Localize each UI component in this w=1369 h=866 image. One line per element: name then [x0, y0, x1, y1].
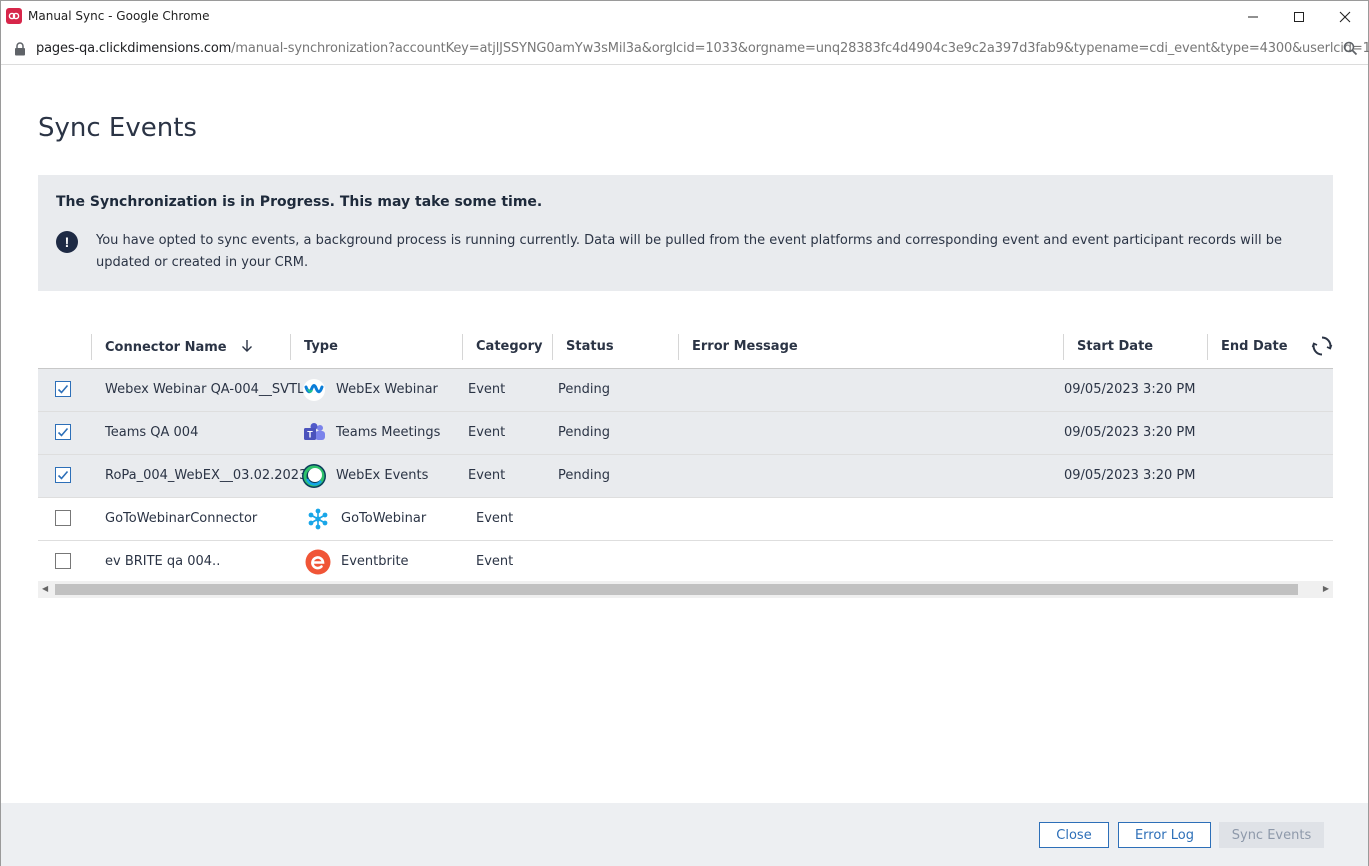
exclamation-icon: ! [56, 231, 78, 253]
column-separator[interactable] [552, 334, 553, 360]
scroll-right-arrow-icon[interactable]: ▶ [1323, 584, 1329, 593]
row-checkbox[interactable] [55, 510, 71, 526]
row-checkbox[interactable] [55, 381, 71, 397]
close-window-button[interactable] [1322, 1, 1368, 33]
table-row[interactable]: Webex Webinar QA-004__SVTL WebEx Webinar… [38, 369, 1333, 412]
cell-connector-name: Webex Webinar QA-004__SVTL [105, 382, 305, 397]
table-row[interactable]: GoToWebinarConnector GoToWebinar Event [38, 498, 1333, 541]
column-separator[interactable] [290, 334, 291, 360]
close-icon [1339, 11, 1351, 23]
cell-status: Pending [558, 468, 610, 483]
dialog-footer: Close Error Log Sync Events [1, 803, 1368, 866]
row-checkbox[interactable] [55, 424, 71, 440]
header-category[interactable]: Category [476, 339, 542, 354]
table-row[interactable]: RoPa_004_WebEX__03.02.2023 WebEx Events … [38, 455, 1333, 498]
cell-status: Pending [558, 425, 610, 440]
cell-connector-name: GoToWebinarConnector [105, 511, 258, 526]
webex-webinar-logo-icon [301, 377, 327, 403]
column-separator[interactable] [1063, 334, 1064, 360]
cell-connector-name: Teams QA 004 [105, 425, 199, 440]
column-separator[interactable] [91, 334, 92, 360]
gotowebinar-logo-icon [305, 506, 331, 532]
sort-descending-icon[interactable] [241, 339, 253, 353]
header-end-date[interactable]: End Date [1221, 339, 1288, 354]
horizontal-scrollbar[interactable]: ◀ ▶ [38, 581, 1333, 598]
cell-category: Event [468, 382, 506, 397]
table-row[interactable]: Teams QA 004 T Teams Meetings Event Pend… [38, 412, 1333, 455]
url-path: /manual-synchronization?accountKey=atjlJ… [231, 41, 1369, 56]
cell-start-date: 09/05/2023 3:20 PM [1064, 382, 1196, 397]
url-text[interactable]: pages-qa.clickdimensions.com/manual-sync… [36, 41, 1369, 56]
page-title: Sync Events [38, 113, 197, 143]
header-connector-name-label: Connector Name [105, 340, 227, 355]
checkmark-icon [57, 384, 69, 394]
close-button[interactable]: Close [1039, 822, 1109, 848]
checkmark-icon [57, 427, 69, 437]
cell-connector-name: ev BRITE qa 004.. [105, 554, 221, 569]
window-title: Manual Sync - Google Chrome [28, 9, 210, 23]
table-header: Connector Name Type Category Status Erro… [38, 326, 1333, 369]
maximize-icon [1294, 12, 1304, 22]
lock-icon[interactable] [14, 42, 26, 56]
teams-logo-icon: T [301, 420, 327, 446]
minimize-icon [1248, 16, 1258, 18]
row-checkbox[interactable] [55, 553, 71, 569]
window-titlebar: Manual Sync - Google Chrome [1, 1, 1368, 33]
cell-category: Event [468, 468, 506, 483]
column-separator[interactable] [462, 334, 463, 360]
webex-events-logo-icon [301, 463, 327, 489]
header-start-date[interactable]: Start Date [1077, 339, 1153, 354]
sync-events-button[interactable]: Sync Events [1219, 822, 1324, 848]
url-host: pages-qa.clickdimensions.com [36, 41, 232, 56]
column-separator[interactable] [678, 334, 679, 360]
cell-type: Teams Meetings [336, 425, 441, 440]
maximize-button[interactable] [1276, 1, 1322, 33]
address-bar[interactable]: pages-qa.clickdimensions.com/manual-sync… [1, 33, 1369, 65]
cell-type: GoToWebinar [341, 511, 427, 526]
checkmark-icon [57, 470, 69, 480]
cell-start-date: 09/05/2023 3:20 PM [1064, 468, 1196, 483]
refresh-icon[interactable] [1311, 335, 1333, 357]
scrollbar-thumb[interactable] [55, 584, 1298, 595]
eventbrite-logo-icon [305, 549, 331, 575]
minimize-button[interactable] [1230, 1, 1276, 33]
cell-status: Pending [558, 382, 610, 397]
cell-category: Event [476, 511, 514, 526]
header-status[interactable]: Status [566, 339, 614, 354]
header-connector-name[interactable]: Connector Name [105, 339, 253, 355]
cell-type: WebEx Webinar [336, 382, 438, 397]
row-checkbox[interactable] [55, 467, 71, 483]
cell-connector-name: RoPa_004_WebEX__03.02.2023 [105, 468, 308, 483]
app-icon [6, 8, 22, 24]
column-separator[interactable] [1207, 334, 1208, 360]
banner-title: The Synchronization is in Progress. This… [56, 194, 543, 210]
cell-type: Eventbrite [341, 554, 409, 569]
svg-text:T: T [307, 430, 313, 440]
banner-message: You have opted to sync events, a backgro… [96, 233, 1283, 270]
cell-start-date: 09/05/2023 3:20 PM [1064, 425, 1196, 440]
cell-type: WebEx Events [336, 468, 429, 483]
table-row[interactable]: ev BRITE qa 004.. Eventbrite Event [38, 541, 1333, 584]
connectors-table: Connector Name Type Category Status Erro… [38, 326, 1333, 584]
error-log-button[interactable]: Error Log [1118, 822, 1211, 848]
zoom-icon[interactable] [1343, 41, 1358, 56]
header-error-message[interactable]: Error Message [692, 339, 798, 354]
header-type[interactable]: Type [304, 339, 338, 354]
cell-category: Event [476, 554, 514, 569]
cell-category: Event [468, 425, 506, 440]
scroll-left-arrow-icon[interactable]: ◀ [42, 584, 48, 593]
progress-banner: The Synchronization is in Progress. This… [38, 175, 1333, 291]
